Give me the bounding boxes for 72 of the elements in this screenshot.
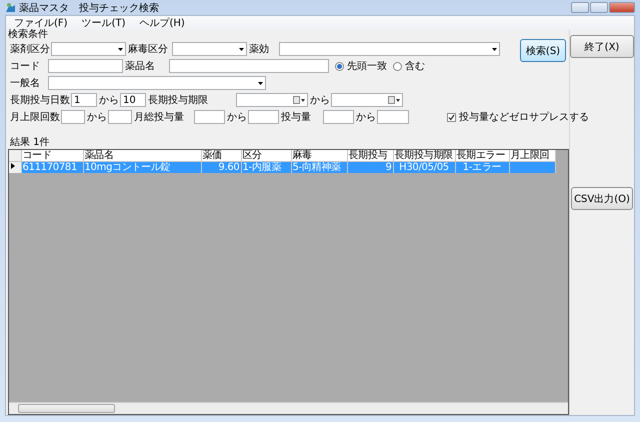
field-label: 投与量 xyxy=(280,110,312,124)
column-header[interactable]: 薬価 xyxy=(201,150,241,162)
dropdown-field[interactable] xyxy=(172,42,247,56)
radio-button[interactable] xyxy=(393,62,402,70)
dropdown-caret-icon[interactable] xyxy=(118,48,123,50)
dropdown-caret-icon[interactable] xyxy=(492,48,497,50)
minimize-button[interactable] xyxy=(571,2,589,13)
result-count: 結果 1件 xyxy=(9,137,51,148)
column-header[interactable]: 長期投与 xyxy=(347,150,393,162)
checkbox-option[interactable]: 投与量などゼロサプレスする xyxy=(447,110,589,124)
text-field[interactable] xyxy=(108,110,132,124)
dropdown-caret-icon[interactable] xyxy=(239,48,244,50)
field-label: 長期投与日数 xyxy=(9,94,71,107)
field-label: から xyxy=(98,94,120,107)
close-button[interactable] xyxy=(609,2,635,13)
field-label: 薬剤区分 xyxy=(9,42,51,56)
radio-option[interactable]: 先頭一致 xyxy=(335,59,387,73)
text-field[interactable] xyxy=(248,110,279,124)
dropdown-field[interactable] xyxy=(51,42,126,56)
group-title: 検索条件 xyxy=(8,30,49,40)
field-label: 薬品名 xyxy=(124,60,156,73)
table-cell: H30/05/05 xyxy=(393,162,455,173)
field-label: から xyxy=(226,111,248,124)
text-field[interactable]: 1 xyxy=(71,93,97,107)
menu-item[interactable]: ツール(T) xyxy=(82,16,126,30)
menu-item[interactable]: ファイル(F) xyxy=(14,16,68,30)
csv-export-button[interactable]: CSV出力(O) xyxy=(571,187,633,210)
field-label: 月上限回数 xyxy=(9,110,61,124)
table-cell: 611170781 xyxy=(21,162,83,173)
field-label: 一般名 xyxy=(9,77,41,90)
field-label: から xyxy=(355,111,377,124)
radio-option[interactable]: 含む xyxy=(393,59,425,73)
dropdown-field[interactable] xyxy=(48,76,266,90)
column-header[interactable]: コード xyxy=(21,150,83,162)
horizontal-scrollbar[interactable] xyxy=(9,402,568,414)
app-icon xyxy=(5,2,16,13)
date-field[interactable] xyxy=(331,93,403,107)
field-label: 薬効 xyxy=(248,42,270,56)
scrollbar-thumb[interactable] xyxy=(18,404,115,413)
dropdown-caret-icon[interactable] xyxy=(258,82,263,84)
menu-item[interactable]: ヘルプ(H) xyxy=(139,16,185,30)
search-button[interactable]: 検索(S) xyxy=(520,39,566,62)
text-field[interactable] xyxy=(48,59,123,73)
calendar-dropdown-icon[interactable] xyxy=(293,96,305,104)
text-field[interactable] xyxy=(194,110,225,124)
text-field[interactable] xyxy=(323,110,354,124)
calendar-dropdown-icon[interactable] xyxy=(388,96,400,104)
column-header[interactable]: 区分 xyxy=(241,150,291,162)
text-field[interactable] xyxy=(61,110,85,124)
field-label: 月総投与量 xyxy=(133,110,185,124)
column-header[interactable]: 長期投与期限 xyxy=(393,150,455,162)
text-field[interactable]: 10 xyxy=(120,93,146,107)
field-label: から xyxy=(86,111,108,124)
field-label: から xyxy=(309,94,331,107)
dropdown-field[interactable] xyxy=(279,42,500,56)
field-label: コード xyxy=(9,60,41,73)
field-label: 長期投与期限 xyxy=(147,94,209,107)
exit-button[interactable]: 終了(X) xyxy=(570,35,634,58)
radio-button[interactable] xyxy=(335,62,344,70)
field-label: 麻毒区分 xyxy=(127,42,169,56)
date-field[interactable] xyxy=(236,93,308,107)
window-title: 薬品マスタ 投与チェック検索 xyxy=(19,2,159,14)
column-header[interactable]: 長期エラー xyxy=(455,150,509,162)
text-field[interactable] xyxy=(377,110,409,124)
table-cell: 5-向精神薬 xyxy=(291,162,347,173)
table-cell: 1-エラー xyxy=(455,162,509,173)
checkbox[interactable] xyxy=(447,112,456,122)
maximize-button[interactable] xyxy=(590,2,608,13)
text-field[interactable] xyxy=(169,59,329,73)
table-cell: 10mgコントール錠 xyxy=(83,162,201,173)
column-header[interactable]: 月上限回 xyxy=(509,150,555,162)
column-header[interactable]: 薬品名 xyxy=(83,150,201,162)
